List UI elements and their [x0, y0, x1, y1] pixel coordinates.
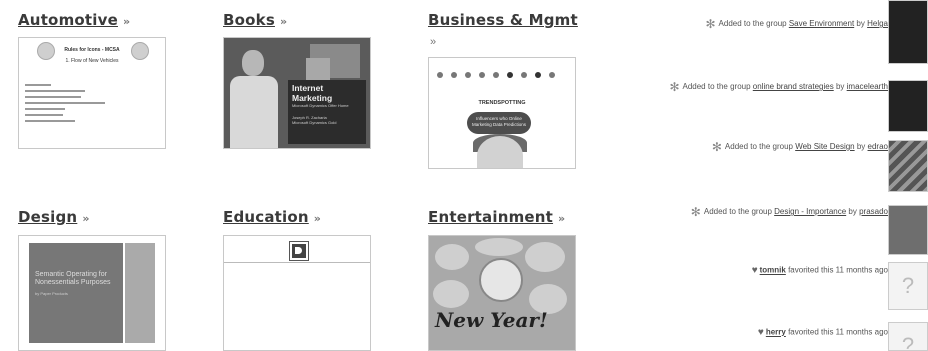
raquo-icon: » — [122, 15, 131, 28]
group-link[interactable]: Web Site Design — [795, 142, 854, 151]
user-link[interactable]: edrao — [868, 142, 888, 151]
thumbnail-entertainment[interactable]: New Year! — [428, 235, 576, 351]
user-link[interactable]: herry — [766, 328, 786, 337]
book-line: Microsoft Dynamics Offer Home — [292, 103, 349, 108]
feed-thumbnail[interactable] — [888, 0, 928, 64]
category-title-education[interactable]: Education» — [223, 208, 321, 226]
new-year-text: New Year! — [435, 308, 548, 332]
category-entertainment: Entertainment» New Year! — [428, 208, 588, 351]
slide-side-panel — [125, 243, 155, 343]
book-heading: Internet Marketing — [292, 83, 333, 103]
category-design: Design» Semantic Operating for Nonessent… — [18, 208, 168, 351]
book-line: Microsoft Dynamics Gold — [292, 120, 337, 125]
feed-thumbnail[interactable]: ? — [888, 262, 928, 310]
smiley-face-icon — [479, 258, 523, 302]
star-icon: ✻ — [669, 80, 680, 94]
category-automotive: Automotive» Rules for Icons - MCSA 1. Fl… — [18, 11, 168, 151]
thumbnail-design[interactable]: Semantic Operating for Nonessentials Pur… — [18, 235, 166, 351]
slide-main: Semantic Operating for Nonessentials Pur… — [29, 243, 123, 343]
person-photo — [230, 48, 278, 148]
user-link[interactable]: Helga — [867, 19, 888, 28]
heart-icon: ♥ — [757, 327, 764, 338]
feed-item: ✻ Added to the group Design - Importance … — [690, 205, 888, 219]
feed-item: ✻ Added to the group Save Environment by … — [705, 17, 888, 31]
group-link[interactable]: Save Environment — [789, 19, 854, 28]
star-icon: ✻ — [711, 140, 722, 154]
sign-shape — [306, 58, 330, 80]
slide-heading: TRENDSPOTTING — [478, 100, 526, 106]
document-logo-icon — [289, 241, 309, 261]
category-title-books[interactable]: Books» — [223, 11, 287, 29]
star-icon: ✻ — [690, 205, 701, 219]
person-photo — [477, 136, 523, 168]
feed-item: ✻ Added to the group Web Site Design by e… — [711, 140, 888, 154]
user-link[interactable]: prasado — [859, 207, 888, 216]
feed-thumbnail[interactable]: ? — [888, 322, 928, 351]
book-card: Internet Marketing Microsoft Dynamics Of… — [288, 80, 366, 144]
slide-subtitle: 1. Flow of New Vehicles — [65, 58, 119, 64]
category-business: Business & Mgmt » TRENDSPOTTING Influenc… — [428, 11, 588, 171]
feed-item: ✻ Added to the group online brand strateg… — [669, 80, 888, 94]
category-books: Books» Internet Marketing Microsoft Dyna… — [223, 11, 373, 151]
heart-icon: ♥ — [751, 265, 758, 276]
thumbnail-books[interactable]: Internet Marketing Microsoft Dynamics Of… — [223, 37, 371, 149]
feed-thumbnail[interactable] — [888, 80, 928, 132]
user-link[interactable]: tomnik — [760, 266, 786, 275]
thumbnail-education[interactable] — [223, 235, 371, 351]
category-title-entertainment[interactable]: Entertainment» — [428, 208, 565, 226]
raquo-icon: » — [313, 212, 322, 225]
feed-thumbnail[interactable] — [888, 205, 928, 255]
star-icon: ✻ — [705, 17, 716, 31]
category-title-business[interactable]: Business & Mgmt — [428, 11, 578, 29]
slide-title: Rules for Icons - MCSA — [64, 47, 120, 53]
category-title-automotive[interactable]: Automotive» — [18, 11, 130, 29]
thumbnail-business[interactable]: TRENDSPOTTING Influencers who Online Mar… — [428, 57, 576, 169]
raquo-icon: » — [82, 212, 90, 225]
thumbnail-automotive[interactable]: Rules for Icons - MCSA 1. Flow of New Ve… — [18, 37, 166, 149]
category-education: Education» — [223, 208, 373, 351]
group-link[interactable]: online brand strategies — [753, 82, 834, 91]
feed-item: ♥ herry favorited this 11 months ago — [757, 327, 888, 338]
user-link[interactable]: imacelearth — [847, 82, 888, 91]
feed-thumbnail[interactable] — [888, 140, 928, 192]
raquo-icon: » — [279, 15, 288, 28]
slide-byline: by Paper Products — [35, 291, 68, 296]
slide-title: Semantic Operating for Nonessentials Pur… — [35, 271, 111, 286]
slide-bubble: Influencers who Online Marketing Data Pr… — [467, 112, 531, 134]
category-title-design[interactable]: Design» — [18, 208, 90, 226]
group-link[interactable]: Design - Importance — [774, 207, 846, 216]
raquo-icon: » — [558, 212, 566, 225]
raquo-icon: » — [430, 36, 437, 48]
feed-item: ♥ tomnik favorited this 11 months ago — [751, 265, 888, 276]
